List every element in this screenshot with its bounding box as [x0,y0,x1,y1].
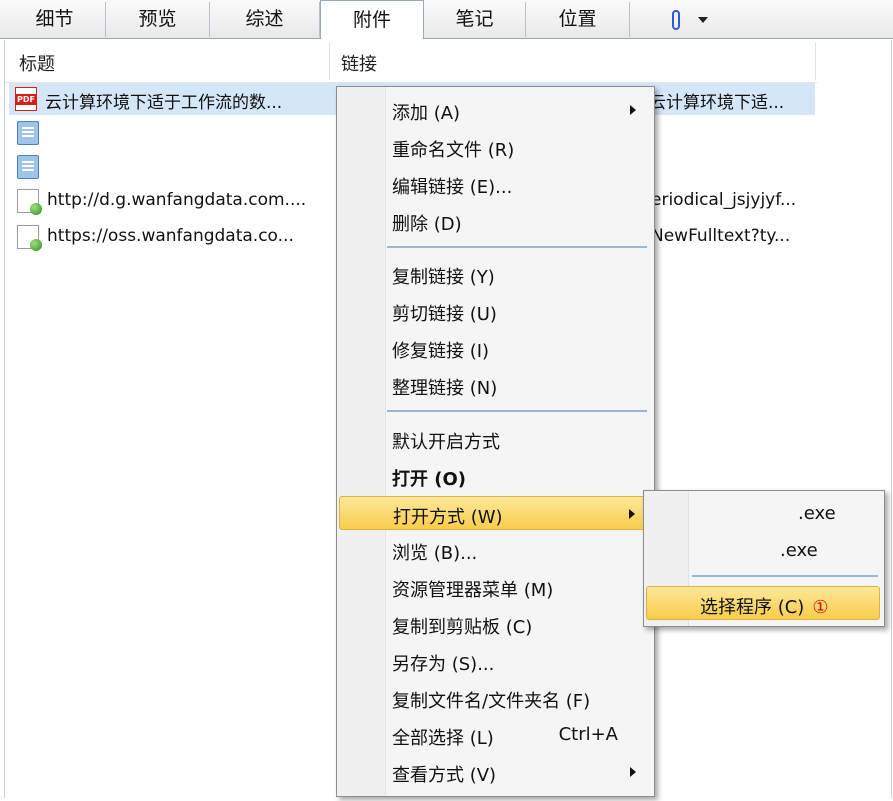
row-title: https://oss.wanfangdata.co... [47,226,294,246]
submenu-item-program[interactable]: .exe [646,497,880,531]
menu-item-select-all[interactable]: 全部选择 (L) Ctrl+A [339,718,650,752]
context-menu: 添加 (A) 重命名文件 (R) 编辑链接 (E)... 删除 (D) 复制链接… [336,86,655,797]
column-link[interactable]: 链接 [341,50,377,76]
menu-item-view-mode[interactable]: 查看方式 (V) [339,755,650,789]
menu-item-add[interactable]: 添加 (A) [339,93,650,127]
tab-attachments[interactable]: 附件 [320,0,424,39]
web-link-icon [17,225,42,251]
menu-item-repair-link[interactable]: 修复链接 (I) [339,331,650,365]
menu-item-delete[interactable]: 删除 (D) [339,204,650,238]
tab-attachment-dropdown[interactable] [630,2,750,37]
tab-preview[interactable]: 预览 [106,2,210,37]
row-link: NewFulltext?ty... [651,226,791,246]
menu-item-organize-links[interactable]: 整理链接 (N) [339,368,650,402]
tab-review[interactable]: 综述 [210,2,320,37]
menu-item-save-as[interactable]: 另存为 (S)... [339,644,650,678]
menu-item-browse[interactable]: 浏览 (B)... [339,533,650,567]
menu-item-edit-link[interactable]: 编辑链接 (E)... [339,167,650,201]
column-title[interactable]: 标题 [19,50,55,76]
menu-item-copy-link[interactable]: 复制链接 (Y) [339,257,650,291]
shortcut-label: Ctrl+A [558,724,618,745]
menu-separator [387,410,647,412]
menu-item-copy-filename[interactable]: 复制文件名/文件夹名 (F) [339,681,650,715]
submenu-item-choose-program[interactable]: 选择程序 (C) ① [646,586,880,620]
row-link: eriodical_jsjyjyf... [651,190,797,210]
menu-item-default-open-method[interactable]: 默认开启方式 [339,422,650,456]
open-with-submenu: .exe .exe 选择程序 (C) ① [643,490,885,627]
menu-item-open-with[interactable]: 打开方式 (W) [339,496,650,530]
column-header: 标题 链接 [5,40,817,83]
menu-item-copy-to-clipboard[interactable]: 复制到剪贴板 (C) [339,607,650,641]
menu-item-cut-link[interactable]: 剪切链接 (U) [339,294,650,328]
menu-item-rename-file[interactable]: 重命名文件 (R) [339,130,650,164]
tab-location[interactable]: 位置 [526,2,630,37]
row-title: 云计算环境下适于工作流的数... [45,93,283,113]
row-title: http://d.g.wanfangdata.com.... [47,190,307,210]
chevron-down-icon [698,16,708,23]
note-icon [17,155,39,179]
submenu-arrow-icon [629,509,635,519]
column-divider[interactable] [329,42,330,80]
submenu-arrow-icon [630,767,636,777]
paperclip-icon [672,9,680,30]
menu-item-explorer-menu[interactable]: 资源管理器菜单 (M) [339,570,650,604]
menu-separator [692,575,878,577]
step-marker: ① [812,597,829,618]
submenu-item-program[interactable]: .exe [646,534,880,568]
column-divider[interactable] [815,42,816,80]
tab-bar: 细节 预览 综述 附件 笔记 位置 [0,0,893,39]
note-icon [17,121,39,145]
tab-notes[interactable]: 笔记 [424,2,526,37]
menu-separator [387,246,647,248]
submenu-arrow-icon [630,105,636,115]
tab-details[interactable]: 细节 [4,2,106,37]
web-link-icon [17,189,42,215]
menu-item-open[interactable]: 打开 (O) [339,459,650,493]
row-link: 云计算环境下适... [649,93,785,113]
pdf-icon: PDF [15,87,37,111]
